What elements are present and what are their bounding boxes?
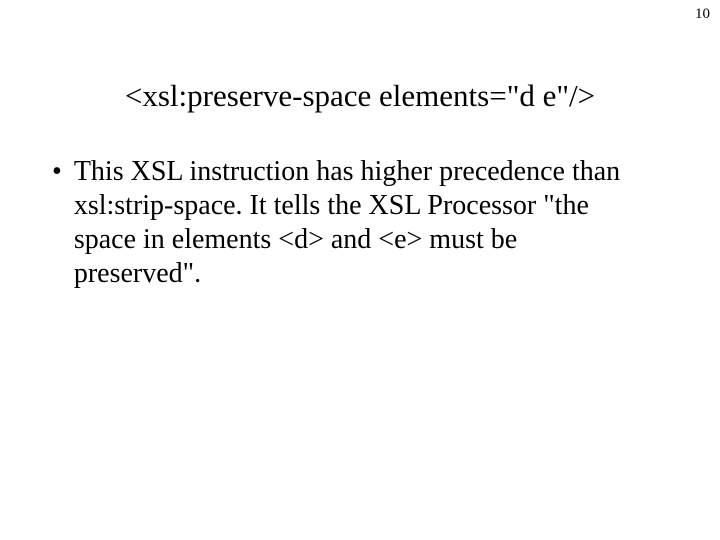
slide-body: • This XSL instruction has higher preced… xyxy=(72,155,642,291)
slide-title: <xsl:preserve-space elements="d e"/> xyxy=(0,78,720,114)
bullet-item: • This XSL instruction has higher preced… xyxy=(72,155,642,291)
bullet-text: This XSL instruction has higher preceden… xyxy=(74,155,642,291)
bullet-icon: • xyxy=(52,155,62,189)
page-number: 10 xyxy=(695,6,710,23)
